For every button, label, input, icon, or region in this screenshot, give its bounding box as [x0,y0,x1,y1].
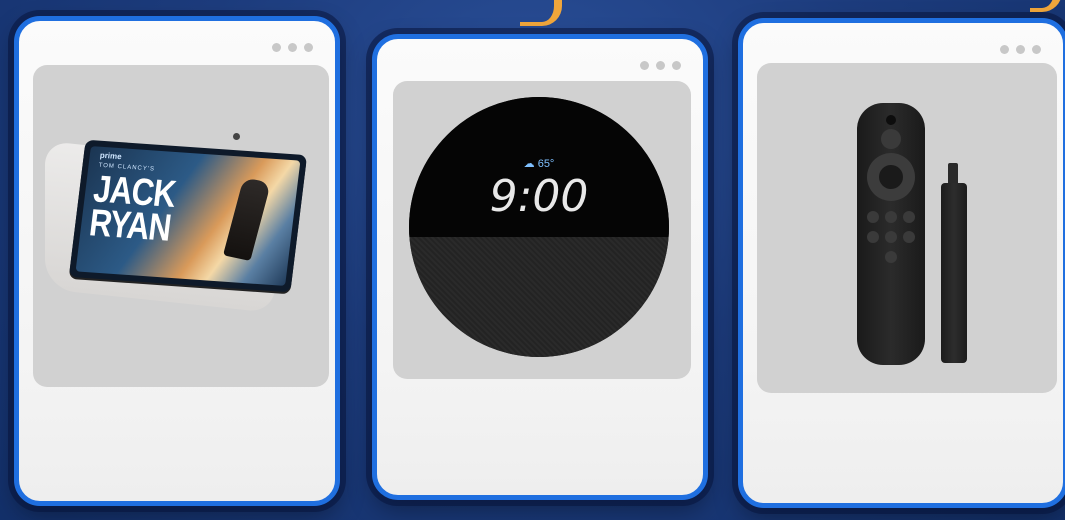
window-dots [272,43,313,52]
weather-readout: ☁ 65° [523,158,555,170]
hdmi-plug [948,163,958,185]
echo-spot-device: ☁ 65° 9:00 [409,97,669,357]
product-card-fire-tv-stick[interactable] [738,18,1065,508]
window-dot [672,61,681,70]
clock-time: 9:00 [489,171,589,222]
show-title: JACK RYAN [86,168,178,250]
back-button-icon [867,211,879,223]
product-image-panel[interactable] [757,63,1057,393]
window-dot [304,43,313,52]
menu-button-icon [903,211,915,223]
echo-show-screen: prime TOM CLANCY'S JACK RYAN [68,139,308,293]
window-dot [1016,45,1025,54]
product-card-echo-show[interactable]: prime TOM CLANCY'S JACK RYAN [14,16,340,506]
fire-tv-stick-device [941,183,967,363]
home-button-icon [885,211,897,223]
echo-spot-screen: ☁ 65° 9:00 [409,97,669,237]
ribbon-decoration [520,0,562,26]
fast-forward-button-icon [903,231,915,243]
product-card-echo-spot[interactable]: ☁ 65° 9:00 [372,34,708,500]
volume-button-icon [885,251,897,263]
product-image-panel[interactable]: prime TOM CLANCY'S JACK RYAN [33,65,329,387]
window-dot [288,43,297,52]
navigation-ring-icon [867,153,915,201]
window-dots [1000,45,1041,54]
microphone-icon [886,115,896,125]
voice-button-icon [881,129,901,149]
select-button-icon [879,165,903,189]
play-pause-button-icon [885,231,897,243]
window-dots [640,61,681,70]
window-dot [1032,45,1041,54]
rewind-button-icon [867,231,879,243]
show-title-line-2: RYAN [86,202,173,250]
window-dot [640,61,649,70]
fire-tv-remote [857,103,925,365]
product-image-panel[interactable]: ☁ 65° 9:00 [393,81,691,379]
window-dot [656,61,665,70]
camera-icon [233,133,240,140]
speaker-fabric [409,237,669,357]
prime-logo: prime [99,150,123,162]
ribbon-decoration-right [1030,0,1062,12]
window-dot [272,43,281,52]
window-dot [1000,45,1009,54]
